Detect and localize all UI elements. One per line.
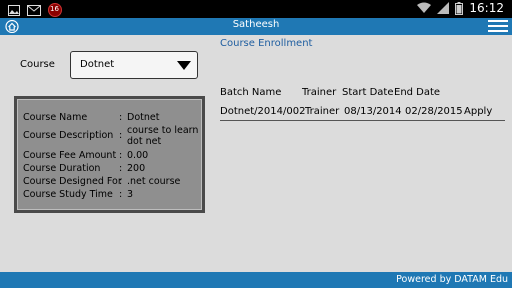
info-key: Course Name	[23, 112, 88, 123]
status-bar: 16 16:12	[0, 0, 512, 18]
batch-end-date: 02/28/2015	[405, 106, 463, 117]
wifi-icon	[417, 2, 432, 13]
info-key: Course Description	[23, 130, 114, 141]
menu-icon[interactable]	[488, 20, 508, 33]
info-key: Course Duration	[23, 163, 101, 174]
image-icon	[8, 4, 20, 16]
notification-count-icon: 16	[48, 3, 62, 17]
info-value: 200	[127, 163, 146, 174]
footer-bar: Powered by DATAM Edu	[0, 272, 512, 288]
info-value: course to learn dot net	[127, 125, 199, 147]
info-value: Dotnet	[127, 112, 160, 123]
signal-icon	[437, 2, 450, 14]
info-sep: :	[119, 176, 123, 187]
chevron-down-icon	[177, 61, 191, 70]
info-sep: :	[119, 112, 123, 123]
batch-trainer: Trainer	[305, 106, 340, 117]
info-sep: :	[119, 189, 123, 200]
column-header-end: End Date	[394, 87, 441, 98]
battery-icon	[455, 1, 464, 15]
course-info-panel: Course Name : Dotnet Course Description …	[14, 96, 205, 213]
column-header-trainer: Trainer	[302, 87, 337, 98]
column-header-batch: Batch Name	[220, 87, 282, 98]
batch-name: Dotnet/2014/002	[220, 106, 306, 117]
row-divider	[220, 120, 505, 121]
course-dropdown[interactable]: Dotnet	[70, 51, 198, 79]
info-key: Course Fee Amount	[23, 150, 117, 161]
info-key: Course Study Time	[23, 189, 113, 200]
footer-text: Powered by DATAM Edu	[396, 274, 508, 285]
info-value: 0.00	[127, 150, 149, 161]
info-sep: :	[119, 163, 123, 174]
course-label: Course	[20, 59, 55, 70]
info-sep: :	[119, 150, 123, 161]
page-title: Course Enrollment	[220, 38, 313, 49]
batch-start-date: 08/13/2014	[344, 106, 402, 117]
info-value: .net course	[127, 176, 181, 187]
app-title: Satheesh	[232, 19, 280, 30]
clock: 16:12	[469, 1, 504, 15]
gmail-icon	[27, 4, 41, 16]
column-header-start: Start Date	[342, 87, 394, 98]
course-dropdown-value: Dotnet	[80, 59, 115, 70]
app-bar: Satheesh	[0, 18, 512, 35]
info-value: 3	[127, 189, 134, 200]
apply-button[interactable]: Apply	[464, 106, 492, 117]
info-key: Course Designed For	[23, 176, 122, 187]
notification-badge: 16	[50, 5, 59, 13]
info-sep: :	[119, 130, 123, 141]
